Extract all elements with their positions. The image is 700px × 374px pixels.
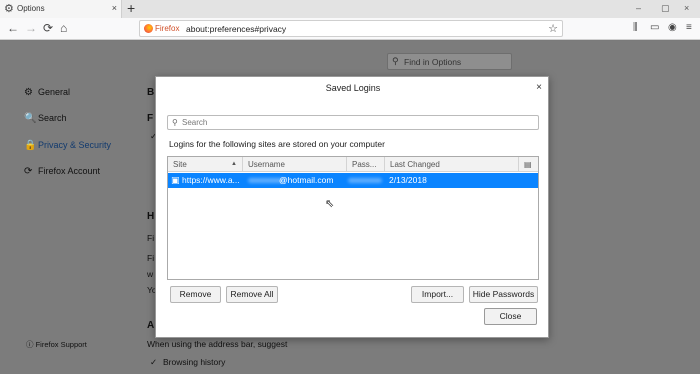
find-in-options-input[interactable]: ⚲ Find in Options — [387, 53, 512, 70]
hide-passwords-button[interactable]: Hide Passwords — [469, 286, 538, 303]
password-redacted — [348, 178, 382, 183]
tab-strip: ⚙ Options × + ‒ ▢ × — [0, 0, 700, 18]
section-heading-partial: H — [147, 211, 155, 222]
reload-icon[interactable]: ⟳ — [43, 21, 53, 35]
sidebar-item-label: Firefox Account — [38, 166, 101, 176]
site-favicon-icon: ▣ — [171, 175, 180, 185]
search-icon: ⚲ — [392, 56, 399, 66]
row-username: @hotmail.com — [279, 175, 334, 185]
background-text: w — [147, 269, 154, 279]
row-last-changed: 2/13/2018 — [389, 175, 427, 185]
gear-icon: ⚙ — [24, 87, 33, 98]
sidebar-item-label: Privacy & Security — [38, 140, 112, 150]
background-text: Fi — [147, 253, 155, 263]
row-site: https://www.a... — [182, 175, 240, 185]
firefox-logo-icon — [144, 24, 153, 33]
checkmark-icon: ✓ — [150, 357, 158, 367]
tab-close-icon[interactable]: × — [112, 3, 117, 13]
sidebar-item-privacy-security[interactable]: 🔒 Privacy & Security — [24, 140, 111, 151]
close-button[interactable]: Close — [484, 308, 537, 325]
url-bar[interactable]: Firefox about:preferences#privacy ☆ — [139, 20, 563, 37]
logins-table: Site ▲ Username Pass... Last Changed ▤ ▣… — [167, 156, 539, 280]
logins-search-input[interactable] — [182, 117, 522, 128]
sidebar-item-search[interactable]: 🔍 Search — [24, 113, 67, 124]
mouse-cursor-icon: ⇖ — [325, 198, 335, 210]
sync-icon: ⟳ — [24, 166, 33, 177]
column-header-username[interactable]: Username — [243, 157, 347, 172]
help-icon: ⓘ — [26, 340, 36, 349]
sidebar-item-firefox-account[interactable]: ⟳ Firefox Account — [24, 166, 100, 177]
sidebar-icon[interactable]: ▭ — [650, 22, 659, 33]
search-icon: 🔍 — [24, 113, 37, 124]
menu-icon[interactable]: ≡ — [686, 22, 692, 33]
find-placeholder: Find in Options — [404, 57, 462, 67]
address-bar-suggest-label: When using the address bar, suggest — [147, 339, 288, 349]
identity-label: Firefox — [155, 24, 180, 33]
background-text: Fi — [147, 233, 155, 243]
column-label: Site — [173, 160, 187, 169]
sidebar-item-general[interactable]: ⚙ General — [24, 87, 70, 98]
logins-search-field[interactable]: ⚲ — [167, 115, 539, 130]
remove-all-button[interactable]: Remove All — [226, 286, 278, 303]
home-icon[interactable]: ⌂ — [60, 21, 67, 35]
table-row[interactable]: ▣ https://www.a... @hotmail.com 2/13/201… — [168, 173, 538, 188]
tab-title: Options — [17, 4, 45, 13]
sidebar-item-label: Search — [38, 113, 67, 123]
section-heading-partial: A — [147, 320, 155, 331]
tab-options[interactable]: ⚙ Options × — [0, 0, 122, 18]
gear-icon: ⚙ — [4, 3, 14, 15]
window-close-button[interactable]: × — [684, 3, 689, 13]
dialog-title: Saved Logins — [325, 83, 381, 93]
column-picker-icon[interactable]: ▤ — [519, 157, 538, 172]
import-button[interactable]: Import... — [411, 286, 464, 303]
new-tab-button[interactable]: + — [127, 1, 135, 15]
sidebar-item-label: General — [38, 87, 71, 97]
navigation-toolbar: ← → ⟳ ⌂ Firefox about:preferences#privac… — [0, 18, 700, 40]
search-icon: ⚲ — [172, 118, 178, 127]
section-heading-partial: F — [147, 113, 154, 124]
remove-button[interactable]: Remove — [170, 286, 221, 303]
browsing-history-label: Browsing history — [163, 357, 226, 367]
column-header-password[interactable]: Pass... — [347, 157, 385, 172]
table-header: Site ▲ Username Pass... Last Changed ▤ — [168, 157, 538, 172]
column-header-site[interactable]: Site ▲ — [168, 157, 243, 172]
url-text[interactable]: about:preferences#privacy — [186, 24, 286, 34]
dialog-close-icon[interactable]: × — [536, 82, 542, 93]
lock-icon: 🔒 — [24, 140, 37, 151]
support-label: Firefox Support — [35, 340, 87, 349]
sort-ascending-icon: ▲ — [231, 161, 237, 167]
forward-icon[interactable]: → — [25, 21, 37, 35]
section-heading-partial: B — [147, 87, 155, 98]
logins-info-text: Logins for the following sites are store… — [169, 139, 385, 149]
account-icon[interactable]: ◉ — [668, 22, 677, 33]
restore-button[interactable]: ▢ — [661, 3, 670, 14]
bookmark-star-icon[interactable]: ☆ — [548, 22, 558, 35]
firefox-support-link[interactable]: ⓘ Firefox Support — [26, 339, 87, 350]
column-header-last-changed[interactable]: Last Changed — [385, 157, 519, 172]
back-icon[interactable]: ← — [7, 21, 19, 35]
library-icon[interactable]: ⫼ — [633, 22, 638, 33]
saved-logins-dialog: Saved Logins × ⚲ Logins for the followin… — [155, 76, 549, 338]
minimize-button[interactable]: ‒ — [636, 3, 641, 13]
